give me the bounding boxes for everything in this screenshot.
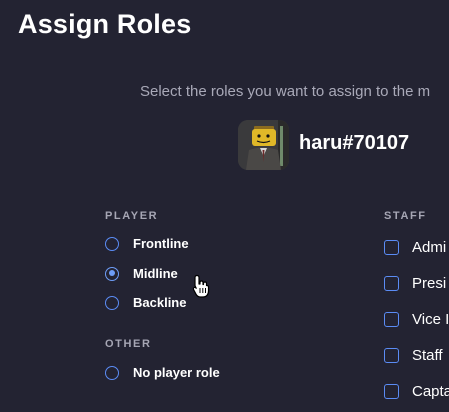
user-avatar: [238, 120, 289, 170]
radio-option-no-player-role[interactable]: No player role: [105, 365, 220, 380]
radio-button[interactable]: [105, 365, 119, 380]
player-section-heading: PLAYER: [105, 210, 159, 222]
checkbox[interactable]: [384, 276, 399, 291]
radio-option-label: No player role: [133, 365, 220, 380]
radio-option-label: Backline: [133, 295, 187, 310]
radio-button[interactable]: [105, 295, 119, 310]
instructions-text: Select the roles you want to assign to t…: [140, 83, 431, 100]
checkbox-option-label: Vice I: [412, 311, 449, 328]
page-title: Assign Roles: [18, 9, 192, 39]
checkbox[interactable]: [384, 348, 399, 363]
username: haru#70107: [299, 132, 410, 154]
checkbox-option-captain[interactable]: Capta: [384, 383, 449, 400]
radio-option-frontline[interactable]: Frontline: [105, 236, 189, 251]
radio-option-backline[interactable]: Backline: [105, 295, 186, 310]
checkbox[interactable]: [384, 384, 399, 399]
checkbox-option-label: Presi: [412, 275, 447, 292]
checkbox-option-president[interactable]: Presi: [384, 275, 446, 292]
checkbox-option-admin[interactable]: Admi: [384, 239, 446, 256]
checkbox[interactable]: [384, 240, 399, 255]
radio-option-midline[interactable]: Midline: [105, 266, 178, 281]
radio-button-selected[interactable]: [105, 266, 119, 281]
checkbox-option-label: Capta: [412, 383, 449, 400]
lego-figure-avatar-icon: [238, 120, 289, 170]
checkbox-option-vice-president[interactable]: Vice I: [384, 311, 449, 328]
radio-button[interactable]: [105, 236, 119, 251]
checkbox-option-label: Admi: [412, 239, 447, 256]
checkbox[interactable]: [384, 312, 399, 327]
radio-option-label: Midline: [133, 266, 178, 281]
checkbox-option-staff[interactable]: Staff: [384, 347, 443, 364]
other-section-heading: OTHER: [105, 338, 152, 350]
checkbox-option-label: Staff: [412, 347, 443, 364]
radio-option-label: Frontline: [133, 236, 189, 251]
hand-pointer-cursor-icon: [192, 274, 210, 303]
staff-section-heading: STAFF: [384, 210, 427, 222]
